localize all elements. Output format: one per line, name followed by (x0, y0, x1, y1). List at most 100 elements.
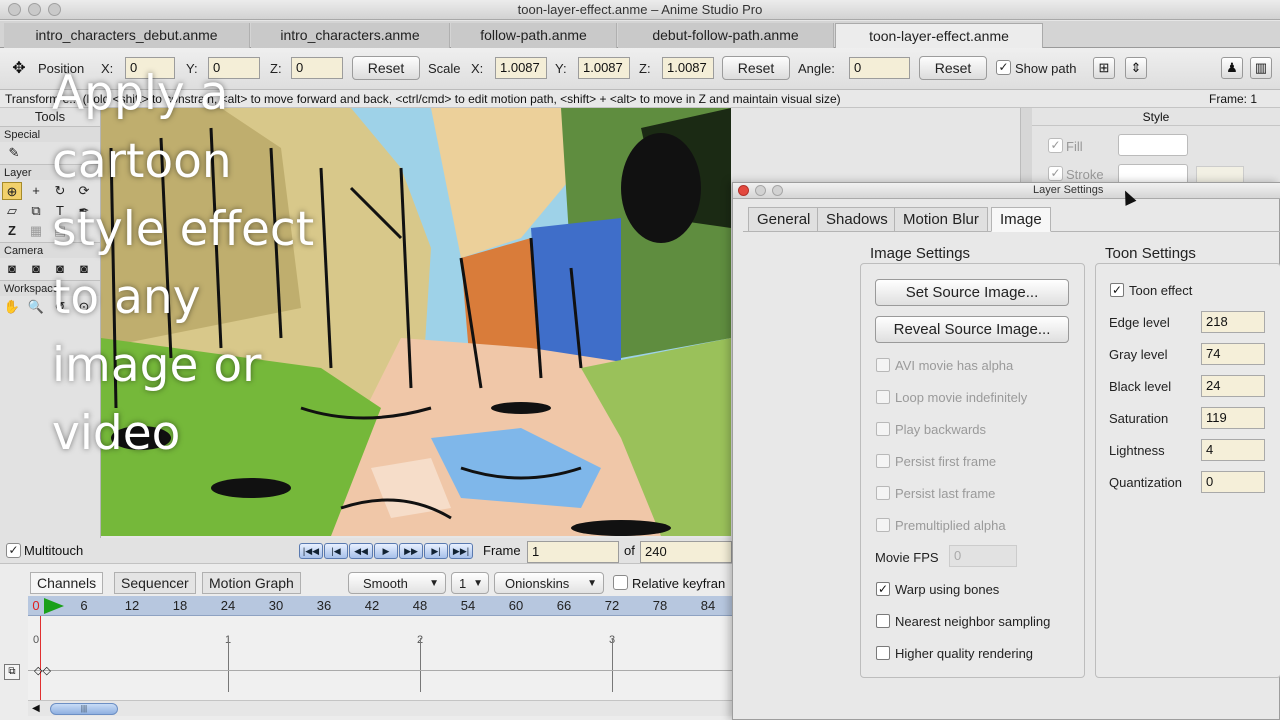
multitouch-checkbox[interactable]: ✓ (6, 543, 21, 558)
nearest-neighbor-checkbox[interactable] (876, 614, 890, 628)
persist-last-frame-checkbox[interactable] (876, 486, 890, 500)
tab-intro-characters[interactable]: intro_characters.anme (251, 23, 450, 48)
set-source-image-button[interactable]: Set Source Image... (875, 279, 1069, 306)
tab-shadows[interactable]: Shadows (817, 207, 897, 232)
ruler-tick: 72 (604, 598, 620, 613)
tab-channels[interactable]: Channels (30, 572, 104, 594)
frame-ruler[interactable]: 0 6 12 18 24 30 36 42 48 54 60 66 72 78 … (28, 596, 732, 616)
scroll-left-icon[interactable]: ◀ (32, 701, 40, 717)
scale-z-input[interactable]: 1.0087 (662, 57, 714, 79)
eyedropper-tool-icon[interactable]: ✎ (4, 144, 24, 162)
z-order-tool-icon[interactable]: Z (2, 222, 22, 240)
snap-icon[interactable]: ⊞ (1093, 57, 1115, 79)
step-dropdown[interactable]: 1 ▼ (451, 572, 489, 594)
caption-line: cartoon (52, 134, 232, 189)
lightness-label: Lightness (1109, 443, 1165, 458)
zoom-window-button[interactable] (48, 3, 61, 16)
persist-first-frame-checkbox[interactable] (876, 454, 890, 468)
avi-alpha-checkbox[interactable] (876, 358, 890, 372)
tab-motion-blur[interactable]: Motion Blur (894, 207, 988, 232)
tab-image[interactable]: Image (991, 207, 1051, 232)
interpolation-dropdown[interactable]: Smooth ▼ (348, 572, 446, 594)
previous-keyframe-icon[interactable]: |◀ (324, 543, 348, 559)
reset-scale-button[interactable]: Reset (722, 56, 790, 80)
show-path-checkbox[interactable]: ✓ (996, 60, 1011, 75)
fill-checkbox[interactable]: ✓ (1048, 138, 1063, 153)
stroke-label: Stroke (1066, 167, 1104, 182)
gray-level-input[interactable]: 74 (1201, 343, 1265, 365)
timeline-scrollbar[interactable]: ◀ ||| (28, 700, 732, 716)
keyframe-icon[interactable]: ◇◇ (34, 666, 51, 677)
playhead-line (40, 616, 41, 700)
saturation-input[interactable]: 119 (1201, 407, 1265, 429)
scroll-thumb[interactable]: ||| (50, 703, 118, 715)
ruler-tick: 78 (652, 598, 668, 613)
quantization-input[interactable]: 0 (1201, 471, 1265, 493)
shear-tool-icon[interactable]: ▱ (2, 202, 22, 220)
transform-layer-tool-icon[interactable]: ⊕ (2, 182, 22, 200)
library-icon[interactable]: ▥ (1250, 57, 1272, 79)
character-icon[interactable]: ♟ (1221, 57, 1243, 79)
overlay-caption: Apply a cartoon style effect to any imag… (52, 60, 314, 468)
channel-track-area[interactable]: 0 1 2 3 ◇◇ (28, 616, 732, 700)
lightness-input[interactable]: 4 (1201, 439, 1265, 461)
forward-end-icon[interactable]: ▶▶| (449, 543, 473, 559)
relative-keyframing-checkbox[interactable] (613, 575, 628, 590)
black-level-input[interactable]: 24 (1201, 375, 1265, 397)
scale-y-input[interactable]: 1.0087 (578, 57, 630, 79)
premultiplied-alpha-checkbox[interactable] (876, 518, 890, 532)
of-label: of (624, 543, 635, 558)
tab-sequencer[interactable]: Sequencer (114, 572, 196, 594)
stroke-checkbox[interactable]: ✓ (1048, 166, 1063, 181)
tab-toon-layer-effect[interactable]: toon-layer-effect.anme (835, 23, 1043, 48)
window-title: toon-layer-effect.anme – Anime Studio Pr… (517, 2, 763, 17)
hand-tool-icon[interactable]: ✋ (2, 298, 22, 316)
higher-quality-checkbox[interactable] (876, 646, 890, 660)
warp-using-bones-checkbox[interactable]: ✓ (876, 582, 890, 596)
angle-input[interactable]: 0 (849, 57, 910, 79)
step-back-icon[interactable]: ◀◀ (349, 543, 373, 559)
edge-level-input[interactable]: 218 (1201, 311, 1265, 333)
align-icon[interactable]: ⇕ (1125, 57, 1147, 79)
tab-general[interactable]: General (748, 207, 820, 232)
set-origin-tool-icon[interactable]: + (26, 182, 46, 200)
saturation-label: Saturation (1109, 411, 1169, 426)
toon-effect-checkbox[interactable]: ✓ (1110, 283, 1124, 297)
scale-z-label: Z: (639, 61, 651, 76)
style-panel: Style ✓ Fill ✓ Stroke (1032, 108, 1280, 190)
layer-select-tool-icon[interactable]: ⧉ (26, 202, 46, 220)
loop-movie-checkbox[interactable] (876, 390, 890, 404)
onionskins-label: Onionskins (505, 576, 570, 591)
reset-angle-button[interactable]: Reset (919, 56, 987, 80)
tab-intro-characters-debut[interactable]: intro_characters_debut.anme (4, 23, 250, 48)
minimize-dialog-icon[interactable] (755, 185, 766, 196)
bone-tool-icon[interactable]: ▦ (26, 222, 46, 240)
movie-fps-input[interactable]: 0 (949, 545, 1017, 567)
zoom-tool-icon[interactable]: 🔍 (26, 298, 46, 316)
tab-debut-follow-path[interactable]: debut-follow-path.anme (618, 23, 834, 48)
total-frames-input[interactable]: 240 (640, 541, 732, 563)
fill-color-swatch[interactable] (1118, 134, 1188, 156)
playhead-marker-icon[interactable] (44, 598, 64, 614)
reveal-source-image-button[interactable]: Reveal Source Image... (875, 316, 1069, 343)
scale-x-input[interactable]: 1.0087 (495, 57, 547, 79)
close-dialog-icon[interactable] (738, 185, 749, 196)
zoom-dialog-icon[interactable] (772, 185, 783, 196)
step-forward-icon[interactable]: ▶▶ (399, 543, 423, 559)
play-icon[interactable]: ▶ (374, 543, 398, 559)
rewind-start-icon[interactable]: |◀◀ (299, 543, 323, 559)
current-frame-input[interactable]: 1 (527, 541, 619, 563)
layer-channel-icon[interactable]: ⧉ (4, 664, 20, 680)
tab-follow-path[interactable]: follow-path.anme (451, 23, 617, 48)
close-window-button[interactable] (8, 3, 21, 16)
frame-indicator: Frame: 1 (1209, 92, 1258, 106)
next-keyframe-icon[interactable]: ▶| (424, 543, 448, 559)
loop-movie-label: Loop movie indefinitely (895, 390, 1028, 405)
reset-position-button[interactable]: Reset (352, 56, 420, 80)
tab-motion-graph[interactable]: Motion Graph (202, 572, 301, 594)
play-backwards-checkbox[interactable] (876, 422, 890, 436)
camera-track-icon[interactable]: ◙ (2, 260, 22, 278)
camera-zoom-icon[interactable]: ◙ (26, 260, 46, 278)
minimize-window-button[interactable] (28, 3, 41, 16)
onionskins-dropdown[interactable]: Onionskins ▼ (494, 572, 604, 594)
